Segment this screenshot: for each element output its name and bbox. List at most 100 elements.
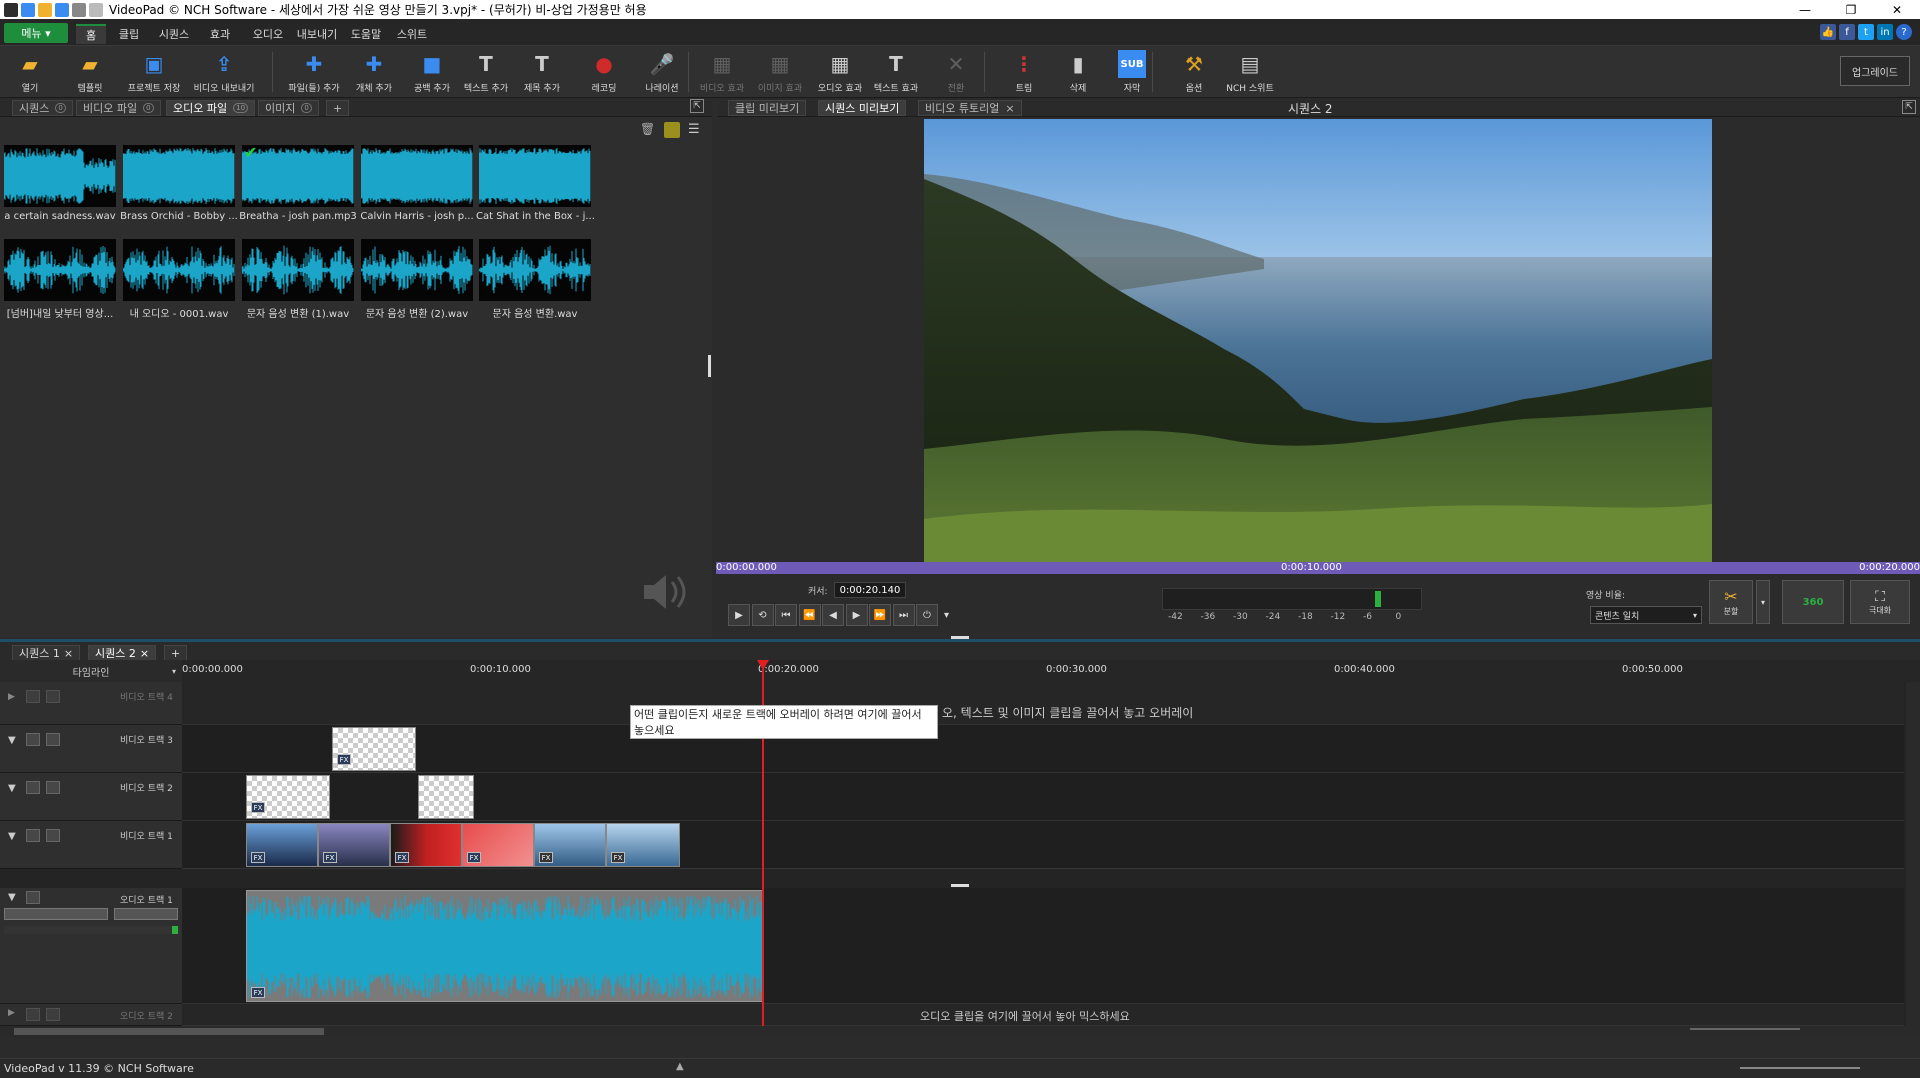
clip-video[interactable]: FX bbox=[606, 823, 680, 867]
track-video-4[interactable]: 오, 텍스트 및 이미지 클립을 끌어서 놓고 오버레이 bbox=[182, 682, 1904, 725]
bin-item[interactable]: ✔ Breatha - josh pan.mp3 bbox=[239, 145, 357, 222]
delete-trash-button[interactable]: ▮ 삭제 bbox=[1050, 48, 1106, 96]
narration-mic-button[interactable]: 🎤 나레이션 bbox=[634, 48, 690, 96]
image-effects-button[interactable]: ▦ 이미지 효과 bbox=[752, 48, 808, 96]
track-options-icon[interactable] bbox=[46, 781, 60, 794]
bin-tab[interactable]: 시퀀스 0 bbox=[12, 100, 73, 116]
eye-icon[interactable] bbox=[26, 690, 40, 703]
track-options-icon[interactable] bbox=[46, 733, 60, 746]
new-icon[interactable] bbox=[21, 2, 35, 17]
add-text-button[interactable]: T 텍스트 추가 bbox=[458, 48, 514, 96]
add-title-button[interactable]: T 제목 추가 bbox=[514, 48, 570, 96]
undock-preview-icon[interactable]: ⇱ bbox=[1902, 100, 1916, 114]
nch-suite-button[interactable]: ▤ NCH 스위트 bbox=[1222, 48, 1278, 96]
bin-item[interactable]: Cat Shat in the Box - j... bbox=[476, 145, 594, 222]
collapse-icon[interactable]: ▼ bbox=[8, 892, 16, 903]
fx-badge[interactable]: FX bbox=[467, 852, 481, 863]
bin-tab[interactable]: 이미지 0 bbox=[258, 100, 319, 116]
audio-effects-button[interactable]: ▦ 오디오 효과 bbox=[812, 48, 868, 96]
options-tools-button[interactable]: ⚒ 옵션 bbox=[1166, 48, 1222, 96]
menu-tab[interactable]: 효과 bbox=[200, 24, 240, 44]
expand-icon[interactable]: ▶ bbox=[8, 692, 15, 702]
sequence-tab[interactable]: 시퀀스 1 × bbox=[12, 645, 81, 661]
eye-icon[interactable] bbox=[26, 733, 40, 746]
transition-button[interactable]: ✕ 전환 bbox=[928, 48, 984, 96]
record-button[interactable]: ● 레코딩 bbox=[576, 48, 632, 96]
expand-icon[interactable]: ▶ bbox=[8, 1008, 15, 1018]
track-splitter[interactable] bbox=[951, 884, 969, 887]
clip-audio[interactable]: FX bbox=[246, 890, 764, 1002]
menu-tab[interactable]: 스위트 bbox=[392, 24, 432, 44]
fx-badge[interactable]: FX bbox=[251, 987, 265, 998]
trim-button[interactable]: ⋮ 트림 bbox=[996, 48, 1052, 96]
menu-tab[interactable]: 시퀀스 bbox=[154, 24, 194, 44]
clip-blank[interactable]: FX bbox=[332, 727, 416, 771]
clip-video[interactable]: FX bbox=[318, 823, 390, 867]
add-sequence-button[interactable]: + bbox=[164, 645, 188, 661]
preview-tab[interactable]: 클립 미리보기 bbox=[728, 100, 807, 116]
timeline-ruler[interactable]: 타임라인 ▾ 0:00:00.000 0:00:10.000 0:00:20.000… bbox=[0, 660, 1920, 682]
track-video-3[interactable]: FX bbox=[182, 725, 1904, 773]
step-back-button[interactable]: ◀ bbox=[822, 604, 844, 626]
pan-slider[interactable] bbox=[114, 908, 178, 920]
linkedin-icon[interactable]: in bbox=[1877, 24, 1893, 40]
track-options-icon[interactable] bbox=[46, 690, 60, 703]
track-options-icon[interactable] bbox=[46, 1008, 60, 1021]
collapse-icon[interactable]: ▼ bbox=[8, 831, 16, 842]
bin-item[interactable]: 문자 음성 변환 (1).wav bbox=[242, 239, 354, 320]
split-button[interactable]: ✂ 분할 bbox=[1709, 580, 1753, 624]
play-button[interactable]: ▶ bbox=[728, 604, 750, 626]
track-options-icon[interactable] bbox=[46, 829, 60, 842]
collapse-arrow-icon[interactable]: ▲ bbox=[676, 1061, 684, 1072]
clip-blank[interactable]: FX bbox=[246, 775, 330, 819]
add-blank-button[interactable]: ■ 공백 추가 bbox=[404, 48, 460, 96]
master-volume-slider[interactable] bbox=[1740, 1067, 1860, 1069]
menu-tab[interactable]: 클립 bbox=[112, 24, 146, 44]
trash-icon[interactable]: 🗑 bbox=[640, 122, 655, 136]
scroll-thumb[interactable] bbox=[14, 1028, 324, 1035]
horizontal-scrollbar[interactable] bbox=[0, 1026, 1920, 1037]
fx-badge[interactable]: FX bbox=[251, 802, 265, 813]
bin-tab[interactable]: 오디오 파일 10 bbox=[166, 100, 256, 116]
bin-tab[interactable]: + bbox=[326, 100, 350, 116]
zoom-slider[interactable] bbox=[1690, 1028, 1800, 1030]
timeline-mode-select[interactable]: 타임라인 ▾ bbox=[0, 660, 182, 682]
next-frame-button[interactable]: ⏩ bbox=[869, 604, 891, 626]
more-dropdown[interactable]: ▾ bbox=[940, 604, 954, 626]
menu-tab[interactable]: 내보내기 bbox=[294, 24, 340, 44]
menu-button[interactable]: 메뉴 ▾ bbox=[4, 23, 68, 43]
eye-icon[interactable] bbox=[26, 829, 40, 842]
menu-tab[interactable]: 오디오 bbox=[248, 24, 288, 44]
skip-start-button[interactable]: ⏮ bbox=[775, 604, 797, 626]
video-effects-button[interactable]: ▦ 비디오 효과 bbox=[694, 48, 750, 96]
minimize-button[interactable]: — bbox=[1782, 0, 1828, 19]
save-icon[interactable] bbox=[55, 2, 69, 17]
fx-badge[interactable]: FX bbox=[539, 852, 553, 863]
fx-badge[interactable]: FX bbox=[323, 852, 337, 863]
aspect-select[interactable]: 콘텐츠 일치 ▾ bbox=[1590, 606, 1702, 624]
clip-video[interactable]: FX bbox=[534, 823, 606, 867]
volume-slider[interactable] bbox=[4, 908, 108, 920]
fx-badge[interactable]: FX bbox=[611, 852, 625, 863]
prev-frame-button[interactable]: ⏪ bbox=[798, 604, 821, 626]
track-video-1[interactable]: FX FX FX FX FX FX bbox=[182, 821, 1904, 869]
track-audio-1[interactable]: FX bbox=[182, 888, 1904, 1004]
clip-video[interactable]: FX bbox=[246, 823, 318, 867]
clip-video[interactable]: FX bbox=[390, 823, 462, 867]
text-effects-button[interactable]: T 텍스트 효과 bbox=[868, 48, 924, 96]
bin-tab[interactable]: 비디오 파일 0 bbox=[76, 100, 161, 116]
clip-blank[interactable] bbox=[418, 775, 474, 819]
preview-scrub-bar[interactable]: 0:00:00.000 0:00:10.000 0:00:20.000 bbox=[716, 562, 1920, 574]
bin-item[interactable]: [넘버]내일 낮부터 영상... bbox=[4, 239, 116, 320]
track-video-2[interactable]: FX bbox=[182, 773, 1904, 821]
export-button[interactable]: ⇪ 비디오 내보내기 bbox=[194, 48, 255, 96]
open-icon[interactable] bbox=[38, 2, 52, 17]
facebook-icon[interactable]: f bbox=[1839, 24, 1855, 40]
collapse-icon[interactable]: ▼ bbox=[8, 735, 16, 746]
upgrade-button[interactable]: 업그레이드 bbox=[1840, 56, 1910, 86]
help-icon[interactable]: ? bbox=[1896, 24, 1912, 40]
split-dropdown[interactable]: ▾ bbox=[1756, 580, 1770, 624]
preview-tab[interactable]: 비디오 튜토리얼 × bbox=[918, 100, 1022, 116]
twitter-icon[interactable]: t bbox=[1858, 24, 1874, 40]
close-icon[interactable]: × bbox=[1005, 102, 1014, 115]
